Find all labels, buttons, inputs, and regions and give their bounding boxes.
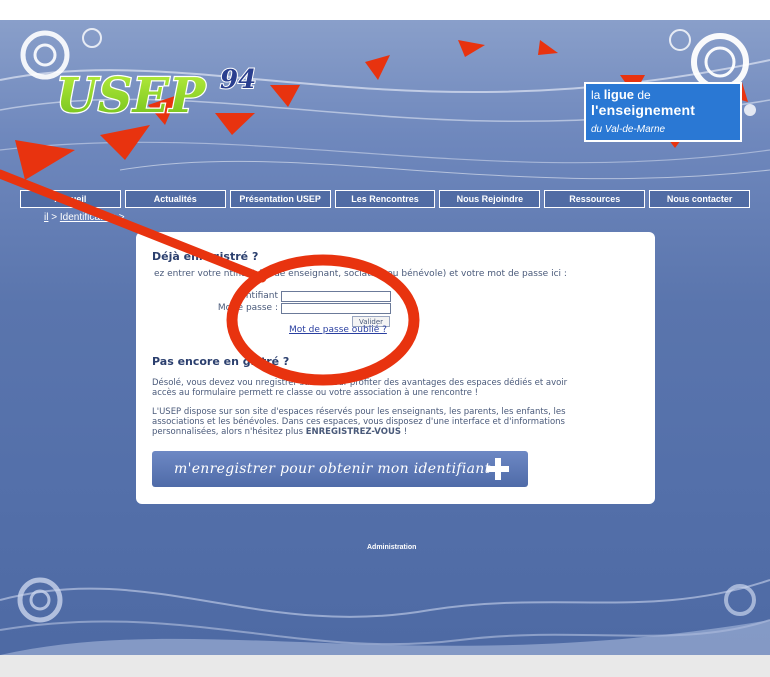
login-intro-text: ez entrer votre ntifiant (Code enseignan… [154, 269, 567, 279]
password-label: Mot e passe : [217, 303, 278, 313]
decor-circle-6 [669, 29, 691, 51]
ligue-enseignement-logo[interactable]: la ligue de l'enseignement du Val-de-Mar… [584, 82, 742, 142]
plus-icon [487, 458, 509, 480]
bottom-grey-strip [0, 655, 770, 677]
breadcrumb-separator: > [48, 212, 60, 223]
pennant-7 [458, 40, 485, 57]
identifier-input[interactable] [281, 291, 391, 302]
ligue-logo-line2: l'enseignement [591, 102, 696, 118]
usep-logo-text: USEP [56, 68, 207, 124]
register-paragraph-2-line-1: L'USEP dispose sur son site d'espaces ré… [152, 407, 566, 417]
register-button-label: m'enregistrer pour obtenir mon identifia… [174, 461, 491, 477]
register-paragraph-1-line-2: accès au formulaire permett re classe ou… [152, 388, 479, 398]
decor-bottom-fill [0, 620, 770, 655]
nav-nous-contacter[interactable]: Nous contacter [649, 190, 751, 208]
nav-accueil[interactable]: Accueil [20, 190, 121, 208]
decor-bottom-wave-1 [0, 579, 770, 618]
register-call-to-action: ENREGISTREZ-VOUS [305, 427, 401, 437]
ligue-logo-line3: du Val-de-Marne [591, 124, 666, 135]
forgot-password-link[interactable]: Mot de passe oublié ? [289, 325, 387, 335]
register-paragraph-2-line-3: personnalisées, alors n'hésitez plus ENR… [152, 427, 408, 437]
register-paragraph-1-line-1: Désolé, vous devez vou nregistrer sur le… [152, 378, 568, 388]
usep-logo-number: 94 [220, 65, 256, 95]
breadcrumb-identification-link[interactable]: Identification [60, 212, 116, 223]
nav-presentation-usep[interactable]: Présentation USEP [229, 190, 331, 208]
decor-circle-3 [82, 28, 102, 48]
decor-circle-8 [17, 577, 63, 623]
breadcrumb: il > Identification > [44, 212, 125, 223]
register-paragraph-2: L'USEP dispose sur son site d'espaces ré… [152, 407, 642, 437]
decor-circle-4 [691, 33, 749, 91]
pennant-6 [365, 55, 390, 80]
password-input[interactable] [281, 303, 391, 314]
decor-circle-10 [724, 584, 756, 616]
administration-link[interactable]: Administration [367, 544, 416, 551]
pennant-8 [538, 40, 558, 55]
identifier-label: ntifiant [245, 291, 278, 301]
nav-les-rencontres[interactable]: Les Rencontres [334, 190, 436, 208]
registered-heading: Déjà enregistré ? [152, 250, 259, 263]
nav-nous-rejoindre[interactable]: Nous Rejoindre [439, 190, 541, 208]
decor-wave-4 [119, 160, 770, 180]
decor-circle-9 [29, 589, 51, 611]
not-registered-heading: Pas encore en gistré ? [152, 355, 290, 368]
browser-viewport: USEP 94 la ligue de l'enseignement du Va… [0, 0, 770, 677]
ligue-logo-line1: la ligue de [591, 87, 651, 102]
register-button[interactable]: m'enregistrer pour obtenir mon identifia… [152, 451, 528, 487]
register-paragraph-2-line-2: associations et les bénévoles. Dans ces … [152, 417, 565, 427]
breadcrumb-separator-end: > [116, 212, 125, 223]
register-paragraph-1: Désolé, vous devez vou nregistrer sur le… [152, 378, 642, 398]
nav-ressources[interactable]: Ressources [544, 190, 646, 208]
main-navigation: Accueil Actualités Présentation USEP Les… [20, 190, 751, 208]
decor-circle-5 [704, 46, 736, 78]
nav-actualites[interactable]: Actualités [124, 190, 226, 208]
decor-circle-7 [744, 104, 756, 116]
usep-logo[interactable]: USEP 94 [50, 50, 290, 150]
